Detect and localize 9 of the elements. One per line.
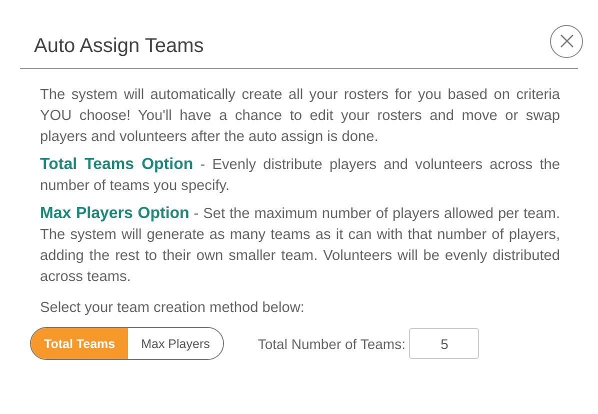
option-description: Max Players Option - Set the maximum number of players allowed per team. The system will generate as many teams as it can with that number of players, adding the rest to their own smaller team. Volunteers will be evenly distributed across teams.	[40, 204, 560, 287]
intro-text: The system will automatically create all your rosters for you based on criteria YOU choose! You'll have a chance to edit your rosters and move or swap players and volunteers after the auto assign is done.	[40, 86, 560, 147]
team-count-label: Total Number of Teams:	[258, 336, 406, 352]
close-button[interactable]	[550, 24, 583, 58]
team-count-field[interactable]: 5	[409, 328, 480, 359]
close-icon	[560, 34, 574, 48]
dialog-title: Auto Assign Teams	[34, 34, 204, 58]
method-prompt: Select your team creation method below:	[40, 299, 306, 318]
option-description: Total Teams Option - Evenly distribute players and volunteers across the number of teams you specify.	[40, 155, 560, 196]
